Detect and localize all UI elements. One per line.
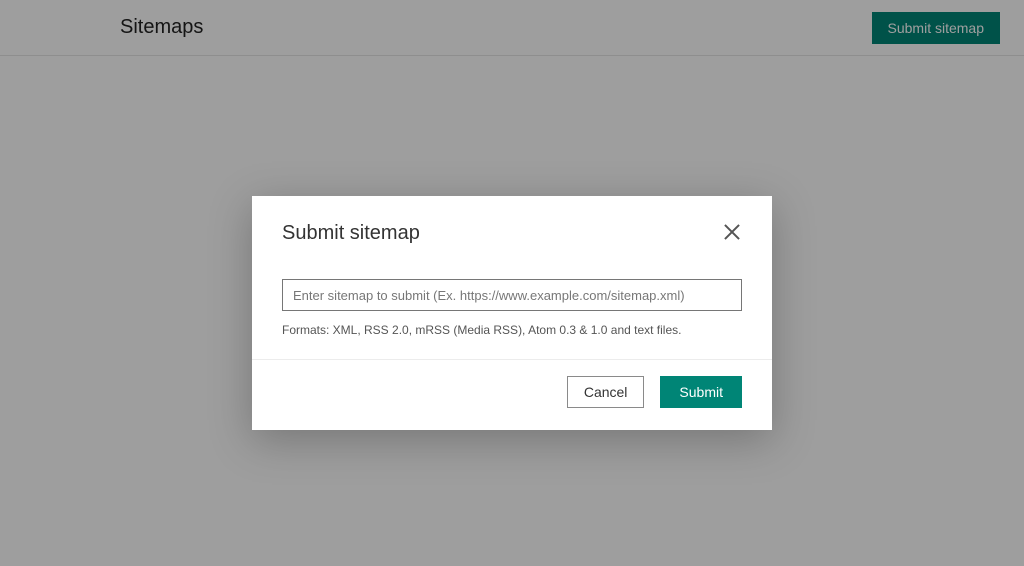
modal-header: Submit sitemap (282, 222, 742, 245)
cancel-button[interactable]: Cancel (567, 376, 645, 408)
modal-title: Submit sitemap (282, 222, 420, 245)
submit-sitemap-modal: Submit sitemap Formats: XML, RSS 2.0, mR… (252, 196, 772, 430)
modal-footer: Cancel Submit (252, 359, 772, 430)
format-hint: Formats: XML, RSS 2.0, mRSS (Media RSS),… (282, 323, 742, 337)
close-icon[interactable] (722, 222, 742, 242)
modal-overlay[interactable]: Submit sitemap Formats: XML, RSS 2.0, mR… (0, 0, 1024, 566)
submit-button[interactable]: Submit (660, 376, 742, 408)
sitemap-url-input[interactable] (282, 279, 742, 311)
page: Sitemaps Submit sitemap Sitemaps Please (0, 0, 1024, 566)
modal-body: Submit sitemap Formats: XML, RSS 2.0, mR… (252, 196, 772, 359)
